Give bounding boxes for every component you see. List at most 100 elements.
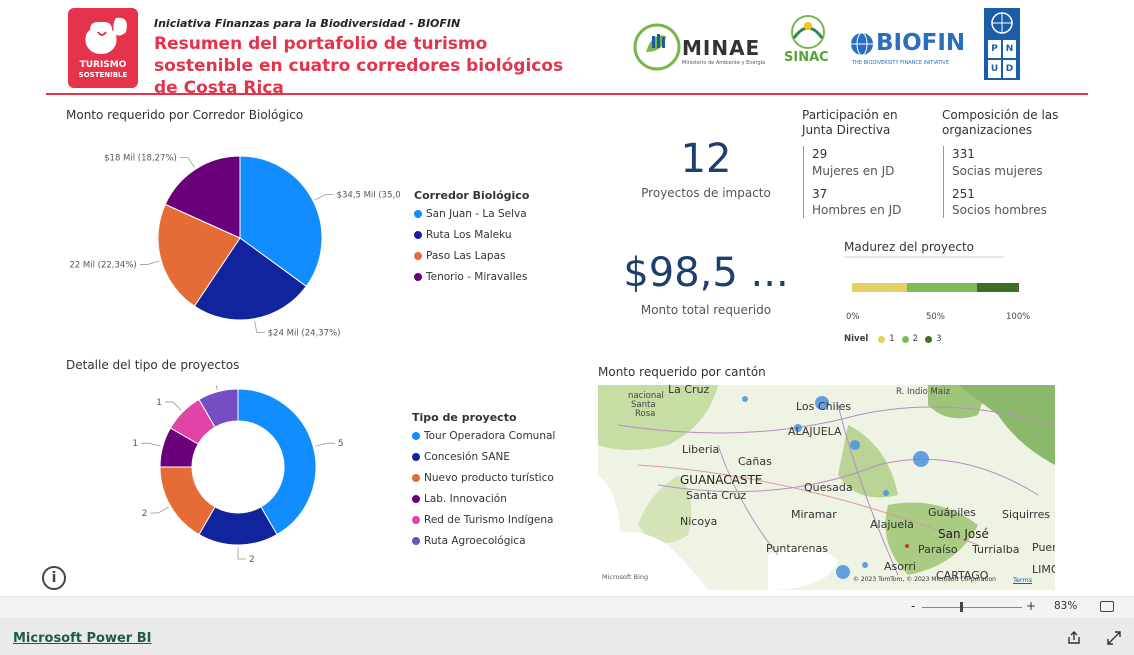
map-place-label: Guápiles xyxy=(928,506,976,519)
logo-line-2: SOSTENIBLE xyxy=(78,71,128,79)
report-title: Resumen del portafolio de turismo sosten… xyxy=(154,34,564,98)
legend-item[interactable]: Paso Las Lapas xyxy=(414,245,527,266)
maturity-tick-100: 100% xyxy=(1006,312,1031,322)
board-men-value: 37 xyxy=(812,187,828,201)
sinac-wordmark: SINAC xyxy=(784,50,829,65)
legend-label: Lab. Innovación xyxy=(424,492,507,505)
map-place-label: Puntarenas xyxy=(766,542,828,555)
legend-item[interactable]: San Juan - La Selva xyxy=(414,203,527,224)
sinac-emblem-icon xyxy=(791,15,825,49)
legend-label: Tenorio - Miravalles xyxy=(426,270,528,283)
legend-label: Ruta Agroecológica xyxy=(424,534,526,547)
powerbi-link[interactable]: Microsoft Power BI xyxy=(13,631,151,646)
donut-chart[interactable]: 522111 xyxy=(120,385,370,575)
data-label-1: $24 Mil (24,37%) xyxy=(268,329,341,339)
pie-chart-title: Monto requerido por Corredor Biológico xyxy=(66,108,304,122)
biofin-wordmark: BIOFIN xyxy=(876,30,966,56)
maturity-title-underline xyxy=(844,256,1004,258)
zoom-slider-track[interactable] xyxy=(922,607,1022,608)
orgs-title: Composición de las organizaciones xyxy=(942,108,1059,137)
orgs-women-value: 331 xyxy=(952,147,975,161)
total-amount: $98,5 ... xyxy=(623,250,789,296)
legend-swatch xyxy=(414,272,422,281)
leader-line-4 xyxy=(164,401,182,411)
map-title: Monto requerido por cantón xyxy=(598,365,766,379)
logo-line-1: TURISMO xyxy=(79,60,127,70)
maturity-bar[interactable] xyxy=(852,283,1019,292)
undp-letter: D xyxy=(1003,60,1016,78)
legend-label: Red de Turismo Indígena xyxy=(424,513,554,526)
legend-label: Paso Las Lapas xyxy=(426,249,506,262)
data-label-0: $34,5 Mil (35,03%) xyxy=(337,190,400,200)
map-credit: © 2023 TomTom, © 2023 Microsoft Corporat… xyxy=(853,576,996,583)
header-divider xyxy=(46,93,1088,95)
pie-chart[interactable]: $34,5 Mil (35,03%) $24 Mil (24,37%) $22 Mi… xyxy=(70,140,400,340)
legend-item[interactable]: Red de Turismo Indígena xyxy=(412,509,555,530)
donut-legend-title: Tipo de proyecto xyxy=(412,411,517,424)
data-label-3: $18 Mil (18,27%) xyxy=(104,153,177,163)
map-terms-link[interactable]: Terms xyxy=(1013,576,1032,584)
maturity-legend-value: 1 xyxy=(889,334,895,344)
legend-swatch xyxy=(414,209,422,218)
maturity-tick-50: 50% xyxy=(926,312,945,322)
vase-leaf-icon xyxy=(85,17,127,54)
donut-legend: Tour Operadora Comunal Concesión SANE Nuev… xyxy=(412,425,555,551)
info-icon[interactable]: i xyxy=(42,566,66,590)
fit-to-page-icon[interactable] xyxy=(1100,601,1114,612)
board-men-label: Hombres en JD xyxy=(812,203,902,217)
maturity-legend-label: Nivel xyxy=(844,334,869,344)
legend-swatch xyxy=(412,431,420,440)
legend-item[interactable]: Tour Operadora Comunal xyxy=(412,425,555,446)
legend-item[interactable]: Nuevo producto turístico xyxy=(412,467,555,488)
map-place-label: Asorri xyxy=(884,560,916,573)
legend-item[interactable]: Lab. Innovación xyxy=(412,488,555,509)
board-women-label: Mujeres en JD xyxy=(812,164,895,178)
bing-logo: Microsoft Bing xyxy=(602,573,649,581)
sinac-logo: SINAC xyxy=(782,12,834,76)
board-women-value: 29 xyxy=(812,147,828,161)
zoom-out-button[interactable]: - xyxy=(911,599,915,613)
projects-count: 12 xyxy=(680,136,732,182)
maturity-legend-swatch xyxy=(925,335,933,343)
map-place-label: Cañas xyxy=(738,455,772,468)
legend-label: Tour Operadora Comunal xyxy=(424,429,556,442)
legend-swatch xyxy=(412,494,420,503)
map-place-label: R. Indio Maiz xyxy=(896,387,950,397)
legend-item[interactable]: Tenorio - Miravalles xyxy=(414,266,527,287)
maturity-legend-swatch xyxy=(901,335,909,343)
zoom-slider-thumb[interactable] xyxy=(960,602,963,612)
legend-item[interactable]: Ruta Los Maleku xyxy=(414,224,527,245)
legend-swatch xyxy=(412,515,420,524)
canton-map[interactable]: La Cruz nacional Santa Rosa Los Chiles R. Ind… xyxy=(598,385,1055,590)
maturity-segment-2[interactable] xyxy=(907,283,978,292)
legend-swatch xyxy=(412,536,420,545)
maturity-legend-value: 3 xyxy=(936,334,942,344)
orgs-men-value: 251 xyxy=(952,187,975,201)
legend-item[interactable]: Concesión SANE xyxy=(412,446,555,467)
map-place-label: Santa Cruz xyxy=(686,489,747,502)
leader-line-2 xyxy=(150,506,169,514)
legend-swatch xyxy=(414,251,422,260)
pie-legend-title: Corredor Biológico xyxy=(414,189,530,202)
map-place-label: Alajuela xyxy=(870,518,914,531)
maturity-legend-value: 2 xyxy=(912,334,919,344)
legend-item[interactable]: Ruta Agroecológica xyxy=(412,530,555,551)
minae-logo: MINAE Ministerio de Ambiente y Energía xyxy=(632,22,772,72)
map-place-label: Turrialba xyxy=(972,543,1020,556)
maturity-tick-0: 0% xyxy=(846,312,860,322)
projects-label: Proyectos de impacto xyxy=(641,186,771,200)
maturity-segment-3[interactable] xyxy=(977,283,1019,292)
leader-line-3 xyxy=(141,442,161,447)
fullscreen-icon[interactable] xyxy=(1106,630,1122,646)
share-icon[interactable] xyxy=(1066,630,1082,646)
leader-line-3 xyxy=(179,156,195,168)
un-emblem-icon xyxy=(991,12,1013,34)
powerbi-footer xyxy=(0,618,1134,655)
undp-letter: N xyxy=(1003,40,1016,58)
map-place-label: Rosa xyxy=(635,409,656,419)
maturity-segment-1[interactable] xyxy=(852,283,908,292)
map-place-label: ALAJUELA xyxy=(788,425,842,438)
zoom-in-button[interactable]: + xyxy=(1026,599,1036,613)
undp-letter: U xyxy=(988,60,1001,78)
undp-letter: P xyxy=(988,40,1001,58)
